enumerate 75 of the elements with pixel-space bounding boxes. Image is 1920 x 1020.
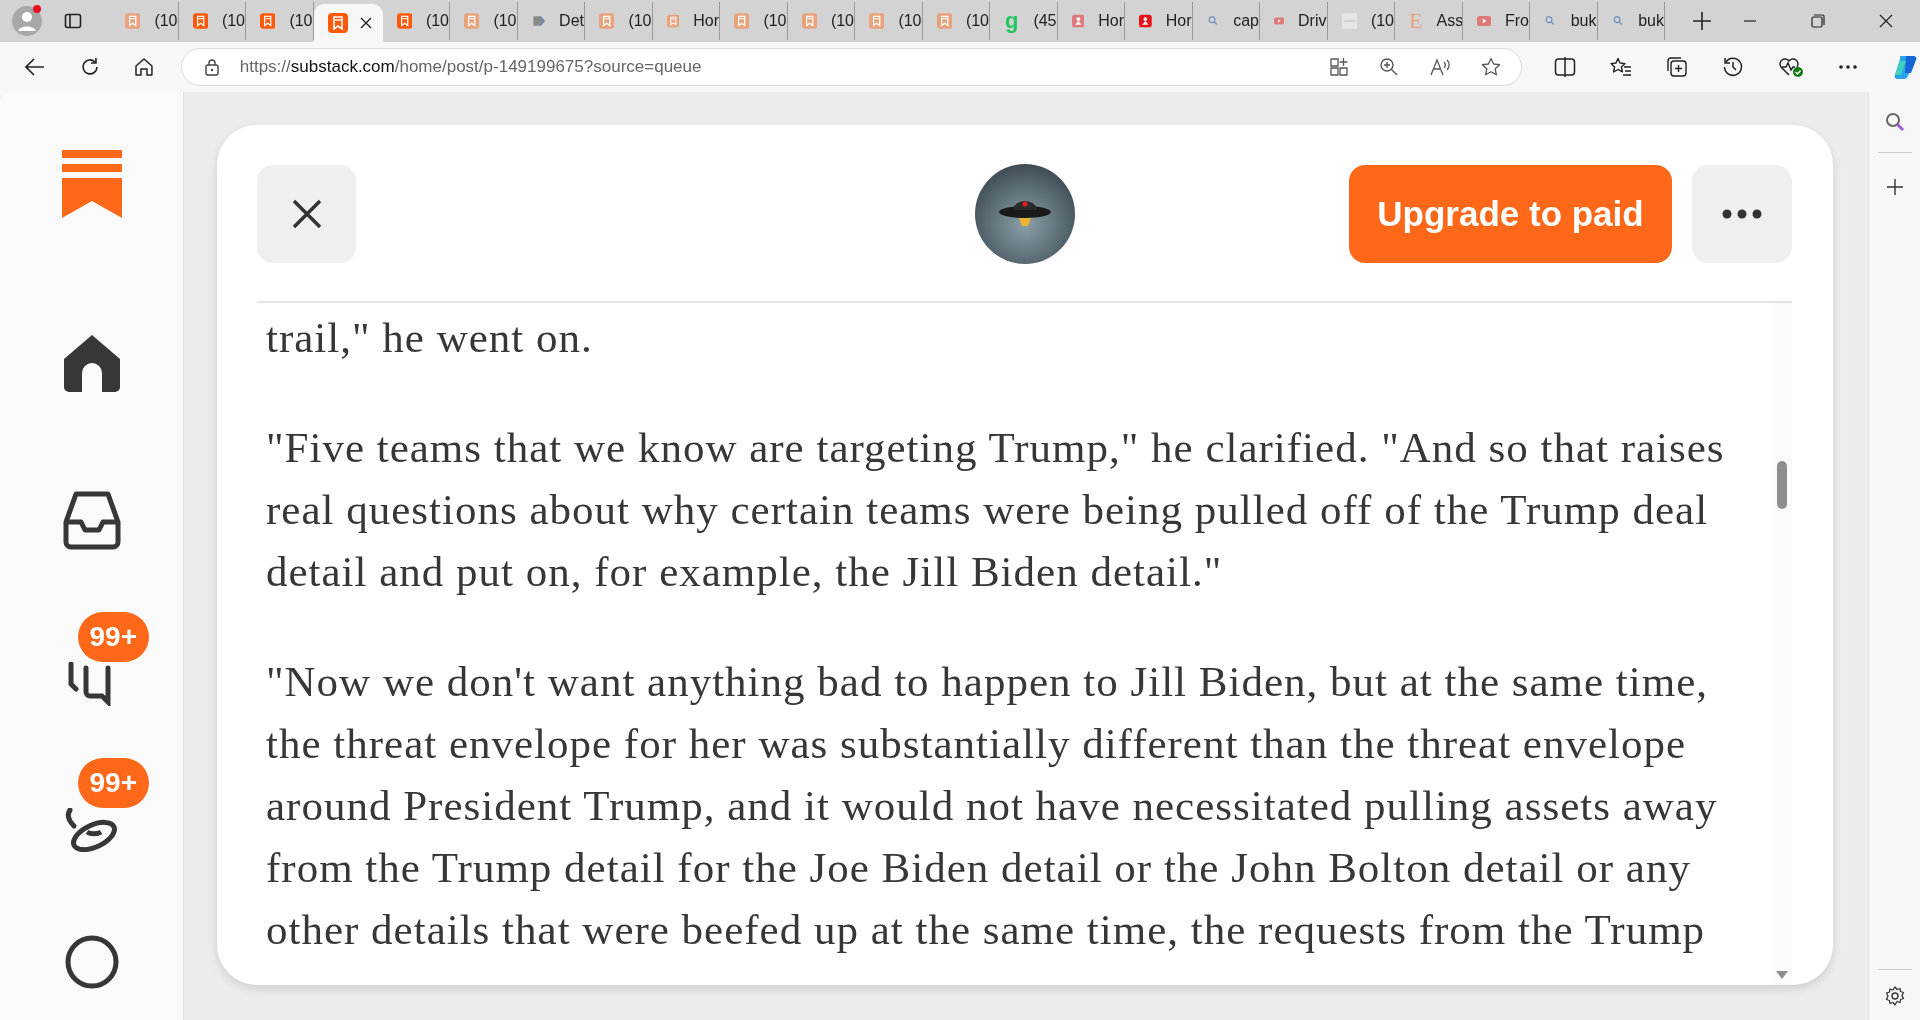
browser-tab[interactable]: Driv: [1260, 2, 1328, 40]
logo-letter: g: [1004, 10, 1020, 32]
search-icon[interactable]: [1884, 112, 1905, 132]
browser-tab[interactable]: (10: [787, 2, 855, 40]
browser-tab[interactable]: (10: [382, 2, 450, 40]
bookmark-icon: [327, 13, 348, 33]
scrollbar[interactable]: [1772, 303, 1792, 985]
zoom-icon[interactable]: [1379, 57, 1399, 77]
more-icon[interactable]: [1838, 64, 1858, 70]
article-paragraph: "Now we don't want anything bad to happen to Jill Biden, but at the same time, the threat envelope for her was substantially different than the threat envelope around President Trump, and it would not have necessitated pulling assets away from the Trump detail for the Joe Biden detail or the John Bolton detail or any other details that were beefed up at the same time, the requests from the Trump: [266, 657, 1719, 955]
tab-actions-icon[interactable]: [64, 12, 82, 30]
favorite-star-icon[interactable]: [1481, 57, 1501, 77]
inbox-icon[interactable]: [61, 490, 122, 550]
back-icon[interactable]: [25, 58, 45, 76]
bookmark-icon: [396, 11, 412, 31]
browser-tab[interactable]: (10: [922, 2, 990, 40]
settings-icon[interactable]: [1884, 986, 1905, 1006]
bookmark-icon: [869, 11, 885, 31]
close-icon: [359, 17, 372, 29]
count-badge: 99+: [77, 612, 149, 662]
publication-avatar-icon[interactable]: [975, 164, 1075, 264]
url-text: https://substack.com/home/post/p-149199675?source=queue: [239, 56, 702, 79]
browser-tab[interactable]: (10: [178, 2, 246, 40]
more-icon: [1722, 209, 1762, 219]
new-tab-icon[interactable]: [1693, 12, 1711, 30]
collections-icon[interactable]: [1666, 56, 1688, 78]
bookmark-icon: [734, 11, 750, 31]
restore-icon[interactable]: [1811, 14, 1825, 28]
bookmark-icon: [260, 11, 276, 31]
lock-icon: [203, 58, 220, 76]
browser-tab[interactable]: (10: [1327, 2, 1395, 40]
logo-letter: E: [1409, 10, 1423, 32]
browser-tab[interactable]: [313, 4, 383, 42]
article-paragraph: "Five teams that we know are targeting Trump," he clarified. "And so that raises real questions about why certain teams were being pulled off of the Trump deal detail and put on, for example, the Jill Biden detail.": [266, 423, 1726, 597]
browser-tab[interactable]: cap: [1192, 2, 1260, 40]
bookmark-icon: [125, 11, 141, 31]
favorites-icon[interactable]: [1610, 57, 1632, 77]
count-badge: 99+: [77, 758, 149, 808]
close-button[interactable]: [257, 165, 356, 263]
browser-tab[interactable]: (10: [450, 2, 518, 40]
browser-tab[interactable]: Hor: [652, 2, 720, 40]
bookmark-icon: [599, 11, 615, 31]
bookmark-icon: [192, 11, 208, 31]
read-aloud-icon[interactable]: [1429, 57, 1451, 77]
browser-tab[interactable]: (10: [585, 2, 653, 40]
bookmark-icon: [464, 11, 480, 31]
browser-tab[interactable]: (10: [111, 2, 179, 40]
bookmark-icon: [801, 11, 817, 31]
article-paragraph: trail," he went on.: [266, 313, 594, 363]
address-bar[interactable]: https://substack.com/home/post/p-149199675?source=queue: [180, 48, 1522, 86]
browser-tab[interactable]: (10: [246, 2, 314, 40]
browser-tab[interactable]: g (45: [990, 2, 1058, 40]
browser-tab[interactable]: buk: [1530, 2, 1598, 40]
split-screen-icon[interactable]: [1554, 57, 1576, 77]
browser-tab[interactable]: (10: [855, 2, 923, 40]
home-icon[interactable]: [61, 333, 122, 393]
browser-tab[interactable]: Hor: [1125, 2, 1193, 40]
apps-icon[interactable]: [1329, 57, 1349, 77]
browser-tab[interactable]: Det: [517, 2, 585, 40]
browser-tab[interactable]: Hor: [1057, 2, 1125, 40]
scroll-thumb[interactable]: [1777, 461, 1787, 509]
close-icon[interactable]: [1879, 14, 1893, 28]
add-icon[interactable]: [1886, 179, 1903, 195]
home-icon[interactable]: [133, 57, 154, 77]
close-icon: [291, 199, 322, 229]
profile-avatar-icon[interactable]: [12, 6, 42, 36]
browser-tab[interactable]: Fro: [1462, 2, 1530, 40]
bookmark-icon: [936, 11, 952, 31]
browser-tab[interactable]: (10: [720, 2, 788, 40]
history-icon[interactable]: [1722, 56, 1744, 78]
reload-icon[interactable]: [79, 57, 100, 77]
scroll-down-icon[interactable]: [1776, 971, 1788, 979]
health-icon[interactable]: [1778, 56, 1804, 78]
logo-icon[interactable]: [61, 150, 122, 218]
browser-tab[interactable]: buk: [1597, 2, 1665, 40]
